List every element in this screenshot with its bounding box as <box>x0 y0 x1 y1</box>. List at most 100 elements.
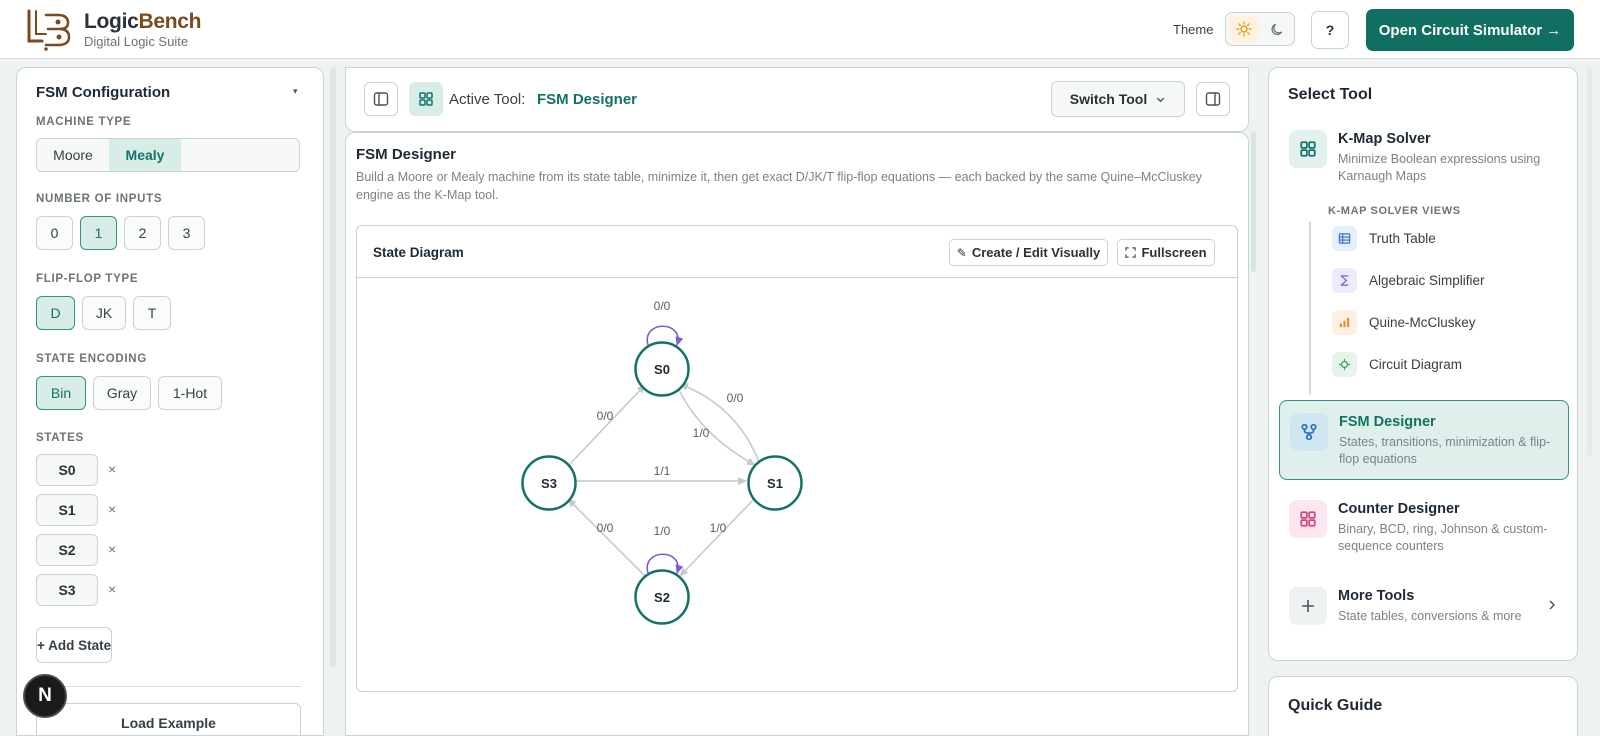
flipflop-option-d[interactable]: D <box>36 296 75 330</box>
brand-subtitle: Digital Logic Suite <box>84 34 189 49</box>
state-diagram-header: State Diagram ✎ Create / Edit Visually F… <box>357 226 1237 278</box>
machine-type-selector: Moore Mealy <box>36 138 300 172</box>
brand-name: LogicBench <box>84 10 202 33</box>
tool-counter-designer[interactable]: Counter Designer Binary, BCD, ring, John… <box>1279 488 1569 566</box>
machine-type-label: MACHINE TYPE <box>36 116 132 128</box>
machine-type-mealy[interactable]: Mealy <box>109 139 181 171</box>
transition-s2-s3[interactable] <box>567 498 646 577</box>
transition-s1-s0[interactable] <box>679 383 760 463</box>
sidebar-left-icon <box>373 92 389 106</box>
state-node-s0-label: S0 <box>654 362 670 377</box>
toggle-left-sidebar-button[interactable] <box>364 82 398 116</box>
counter-grid-icon <box>1289 500 1327 538</box>
light-theme-option[interactable] <box>1229 16 1259 42</box>
remove-state-s2-icon[interactable]: × <box>108 541 116 557</box>
pencil-icon: ✎ <box>956 245 967 260</box>
create-edit-label: Create / Edit Visually <box>971 245 1101 260</box>
create-edit-visually-button[interactable]: ✎ Create / Edit Visually <box>949 239 1108 266</box>
quick-guide-title: Quick Guide <box>1288 697 1383 714</box>
label-s0-self: 0/0 <box>654 299 671 313</box>
theme-label: Theme <box>1173 22 1214 37</box>
bar-chart-icon <box>1332 310 1357 335</box>
kmap-grid-icon <box>1289 130 1327 168</box>
encoding-option-bin[interactable]: Bin <box>36 376 86 410</box>
inputs-option-1[interactable]: 1 <box>80 216 117 250</box>
flipflop-option-jk[interactable]: JK <box>82 296 126 330</box>
inputs-option-2[interactable]: 2 <box>124 216 161 250</box>
logicbench-logo-icon <box>27 9 71 51</box>
table-icon <box>1332 226 1357 251</box>
sigma-icon <box>1332 268 1357 293</box>
state-chip-s2[interactable]: S2 <box>36 534 98 566</box>
transition-s3-s0[interactable] <box>568 384 646 466</box>
transition-s0-s1[interactable] <box>678 389 756 466</box>
switch-tool-label: Switch Tool <box>1069 91 1148 107</box>
chevron-right-icon <box>1549 600 1556 610</box>
quick-guide-panel: Quick Guide <box>1268 676 1578 736</box>
fsm-designer-card: FSM Designer Build a Moore or Mealy mach… <box>345 132 1249 736</box>
view-algebraic-label: Algebraic Simplifier <box>1369 273 1485 288</box>
transition-s1-s2[interactable] <box>679 497 756 577</box>
plus-icon <box>1289 587 1327 625</box>
left-panel-scrollbar[interactable] <box>330 67 336 667</box>
chevron-down-icon <box>1157 97 1165 102</box>
app-header: LogicBench Digital Logic Suite Theme ? O… <box>0 0 1600 59</box>
views-tree-line <box>1309 222 1311 395</box>
help-button[interactable]: ? <box>1311 11 1349 49</box>
state-node-s2-label: S2 <box>654 590 670 605</box>
moon-icon <box>1271 23 1282 35</box>
right-scrollbar[interactable] <box>1587 67 1592 457</box>
tool-counter-name: Counter Designer <box>1338 501 1460 517</box>
tool-kmap-name: K-Map Solver <box>1338 131 1431 147</box>
add-state-button[interactable]: + Add State <box>36 627 112 663</box>
grid-icon <box>419 92 433 106</box>
encoding-option-1hot[interactable]: 1-Hot <box>158 376 222 410</box>
view-truth-table-label: Truth Table <box>1369 231 1436 246</box>
tool-more-tools[interactable]: More Tools State tables, conversions & m… <box>1279 575 1569 653</box>
panel-title: FSM Configuration <box>36 84 171 101</box>
label-s1-s2: 1/0 <box>710 521 727 535</box>
state-diagram-canvas[interactable]: 0/0 1/0 0/0 1/0 1/0 0/0 0/0 1/1 S0 S1 S2… <box>357 278 1238 692</box>
number-of-inputs-label: NUMBER OF INPUTS <box>36 193 163 205</box>
state-chip-s0[interactable]: S0 <box>36 454 98 486</box>
dark-theme-option[interactable] <box>1262 16 1292 42</box>
inputs-option-3[interactable]: 3 <box>168 216 205 250</box>
kmap-views-label: K-MAP SOLVER VIEWS <box>1328 205 1461 217</box>
active-tool-icon <box>409 82 443 116</box>
remove-state-s1-icon[interactable]: × <box>108 501 116 517</box>
label-s3-s0: 0/0 <box>597 409 614 423</box>
tool-counter-desc: Binary, BCD, ring, Johnson & custom-sequ… <box>1338 522 1548 553</box>
fullscreen-button[interactable]: Fullscreen <box>1117 239 1215 266</box>
state-chip-s3[interactable]: S3 <box>36 574 98 606</box>
active-tool-bar: Active Tool: FSM Designer Switch Tool <box>345 67 1249 132</box>
view-circuit-label: Circuit Diagram <box>1369 357 1463 372</box>
label-s2-self: 1/0 <box>654 524 671 538</box>
panel-divider <box>36 686 301 687</box>
states-label: STATES <box>36 432 84 444</box>
center-scrollbar[interactable] <box>1251 132 1256 272</box>
tool-kmap-desc: Minimize Boolean expressions using Karna… <box>1338 152 1541 183</box>
open-circuit-simulator-button[interactable]: Open Circuit Simulator → <box>1366 9 1574 51</box>
remove-state-s0-icon[interactable]: × <box>108 461 116 477</box>
state-chip-s1[interactable]: S1 <box>36 494 98 526</box>
machine-type-moore[interactable]: Moore <box>37 139 109 171</box>
theme-toggle[interactable] <box>1225 12 1295 46</box>
chip-icon <box>1332 352 1357 377</box>
state-encoding-label: STATE ENCODING <box>36 353 147 365</box>
label-s0-s1: 1/0 <box>693 426 710 440</box>
tool-fsm-designer[interactable]: FSM Designer States, transitions, minimi… <box>1279 400 1569 480</box>
flip-flop-type-label: FLIP-FLOP TYPE <box>36 273 139 285</box>
encoding-option-gray[interactable]: Gray <box>93 376 151 410</box>
label-s1-s0: 0/0 <box>727 391 744 405</box>
toggle-right-sidebar-button[interactable] <box>1196 82 1230 116</box>
nextjs-dev-badge[interactable]: N <box>23 674 67 718</box>
load-example-button[interactable]: Load Example <box>36 703 301 735</box>
tool-kmap-solver[interactable]: K-Map Solver Minimize Boolean expression… <box>1279 118 1569 196</box>
flipflop-option-t[interactable]: T <box>133 296 171 330</box>
collapse-caret-icon[interactable]: ▾ <box>293 86 298 97</box>
switch-tool-button[interactable]: Switch Tool <box>1051 81 1185 117</box>
remove-state-s3-icon[interactable]: × <box>108 581 116 597</box>
label-s2-s3: 0/0 <box>597 521 614 535</box>
select-tool-title: Select Tool <box>1288 86 1373 103</box>
inputs-option-0[interactable]: 0 <box>36 216 73 250</box>
